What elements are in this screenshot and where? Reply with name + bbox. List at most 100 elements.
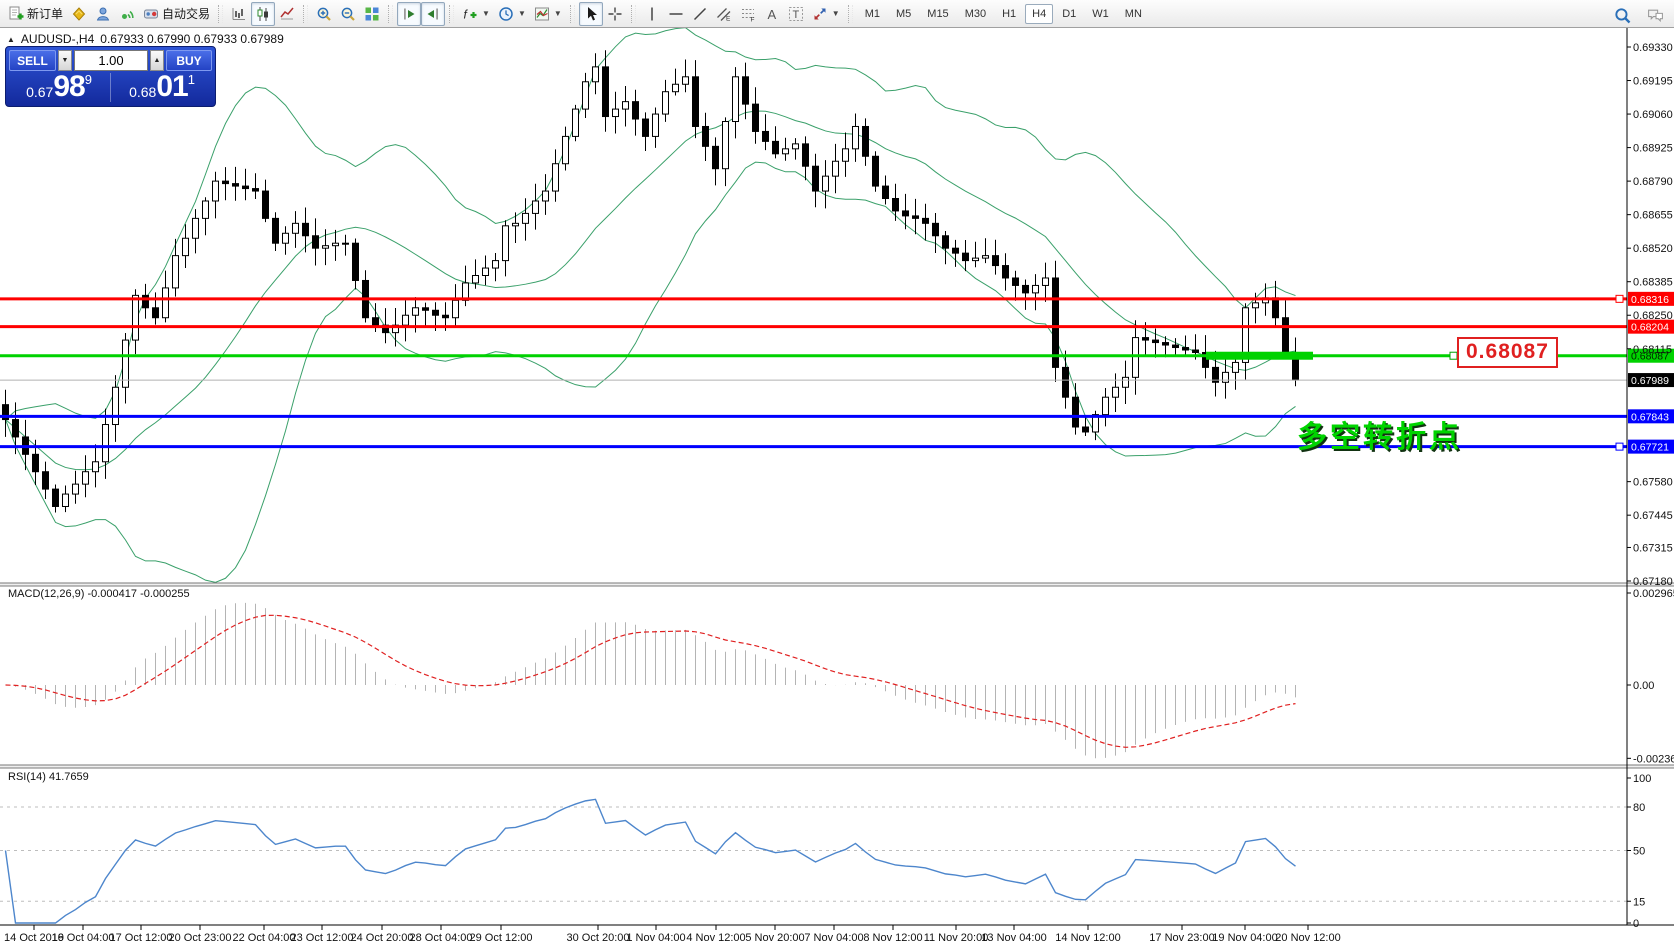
scroll-icon xyxy=(425,6,441,22)
sell-price-prefix: 0.67 xyxy=(26,85,53,102)
fibonacci-button[interactable]: F xyxy=(736,2,760,26)
price-axis-tick: 0.69330 xyxy=(1633,42,1673,54)
timeframe-button-m15[interactable]: M15 xyxy=(920,4,955,24)
fx-icon: f xyxy=(462,6,478,22)
time-axis-label: 20 Oct 23:00 xyxy=(169,932,232,944)
chart-shift-button[interactable] xyxy=(397,2,421,26)
auto-trading-button[interactable]: 自动交易 xyxy=(139,2,214,26)
time-axis-label: 22 Oct 04:00 xyxy=(233,932,296,944)
price-axis-tick: 0.68250 xyxy=(1633,310,1673,322)
chevron-down-icon[interactable]: ▼ xyxy=(482,9,490,18)
hline-icon xyxy=(668,6,684,22)
tile-windows-button[interactable] xyxy=(360,2,384,26)
toolbar-separator xyxy=(848,5,853,23)
svg-text:E: E xyxy=(726,15,731,22)
time-axis-label: 8 Nov 12:00 xyxy=(863,932,922,944)
time-axis-label: 7 Nov 04:00 xyxy=(804,932,863,944)
time-axis-label: 30 Oct 20:00 xyxy=(567,932,630,944)
price-axis-tick: 0.68520 xyxy=(1633,243,1673,255)
price-axis-tick: 0.68925 xyxy=(1633,143,1673,155)
ohlc-values: 0.67933 0.67990 0.67933 0.67989 xyxy=(100,32,284,46)
periods-button[interactable]: ▼ xyxy=(494,2,530,26)
arrows-button[interactable]: ▼ xyxy=(808,2,844,26)
zoom-out-button[interactable] xyxy=(336,2,360,26)
rsi-axis-tick: 80 xyxy=(1633,802,1645,814)
text-label-button[interactable]: T xyxy=(784,2,808,26)
candle-chart-button[interactable] xyxy=(251,2,275,26)
timeframe-button-m1[interactable]: M1 xyxy=(858,4,887,24)
sell-button[interactable]: SELL xyxy=(9,50,56,71)
buy-price[interactable]: 0.68 01 1 xyxy=(112,71,212,104)
chevron-down-icon[interactable]: ▼ xyxy=(518,9,526,18)
zoomin-icon xyxy=(316,6,332,22)
new-order-button[interactable]: 新订单 xyxy=(4,2,67,26)
macd-indicator-label: MACD(12,26,9) -0.000417 -0.000255 xyxy=(8,588,190,600)
neworder-icon xyxy=(8,6,24,22)
chat-button[interactable] xyxy=(1643,3,1668,27)
text-button[interactable]: A xyxy=(760,2,784,26)
chevron-down-icon[interactable]: ▼ xyxy=(554,9,562,18)
toolbar-group xyxy=(397,2,445,26)
community-button[interactable] xyxy=(91,2,115,26)
svg-text:F: F xyxy=(750,16,754,22)
time-axis-label: 17 Nov 23:00 xyxy=(1149,932,1214,944)
rsi-axis-tick: 15 xyxy=(1633,896,1645,908)
line-anchor[interactable] xyxy=(1616,443,1623,450)
turning-point-annotation[interactable]: 多空转折点 xyxy=(1297,412,1462,456)
toolbar-group: f▼▼▼ xyxy=(458,2,566,26)
bar-chart-button[interactable] xyxy=(227,2,251,26)
price-callout-box[interactable]: 0.68087 xyxy=(1457,337,1558,368)
signals-button[interactable] xyxy=(115,2,139,26)
timeframe-button-h1[interactable]: H1 xyxy=(995,4,1023,24)
timeframe-button-d1[interactable]: D1 xyxy=(1055,4,1083,24)
time-axis-label: 17 Oct 12:00 xyxy=(110,932,173,944)
time-axis-label: 5 Nov 20:00 xyxy=(745,932,804,944)
timeframe-button-mn[interactable]: MN xyxy=(1118,4,1149,24)
time-axis-label: 28 Oct 04:00 xyxy=(410,932,473,944)
indicators-button[interactable]: f▼ xyxy=(458,2,494,26)
chart-title-row: ▲ AUDUSD-,H4 0.67933 0.67990 0.67933 0.6… xyxy=(7,32,284,46)
channel-button[interactable]: E xyxy=(712,2,736,26)
toolbar-right xyxy=(1610,3,1668,27)
symbol-period-label: AUDUSD-,H4 xyxy=(21,32,94,46)
timeframe-button-m5[interactable]: M5 xyxy=(889,4,918,24)
vline-icon xyxy=(644,6,660,22)
collapse-chart-icon[interactable]: ▲ xyxy=(7,35,15,44)
timeframe-button-h4[interactable]: H4 xyxy=(1025,4,1053,24)
toolbar-separator xyxy=(218,5,223,23)
line-anchor[interactable] xyxy=(1450,352,1457,359)
cursor-button[interactable] xyxy=(579,2,603,26)
price-axis-tick: 0.69195 xyxy=(1633,76,1673,88)
timeframe-group: M1M5M15M30H1H4D1W1MN xyxy=(857,4,1150,24)
line-chart-button[interactable] xyxy=(275,2,299,26)
volume-up-button[interactable]: ▲ xyxy=(150,50,164,71)
vertical-line-button[interactable] xyxy=(640,2,664,26)
trendline-button[interactable] xyxy=(688,2,712,26)
chat-icon xyxy=(1647,7,1664,24)
sell-price[interactable]: 0.67 98 9 xyxy=(9,71,109,104)
macd-histogram xyxy=(6,603,1296,758)
timeframe-button-w1[interactable]: W1 xyxy=(1085,4,1116,24)
toolbar-group xyxy=(312,2,384,26)
toolbar-separator xyxy=(449,5,454,23)
zoom-in-button[interactable] xyxy=(312,2,336,26)
volume-input[interactable]: 1.00 xyxy=(74,50,148,71)
price-axis-tick: 0.67580 xyxy=(1633,477,1673,489)
auto-scroll-button[interactable] xyxy=(421,2,445,26)
timeframe-button-m30[interactable]: M30 xyxy=(958,4,993,24)
rsi-axis-tick: 100 xyxy=(1633,773,1651,785)
tile-icon xyxy=(364,6,380,22)
crosshair-button[interactable] xyxy=(603,2,627,26)
macd-axis-tick: 0.00 xyxy=(1633,680,1654,692)
horizontal-line-button[interactable] xyxy=(664,2,688,26)
rsi-line xyxy=(6,799,1296,923)
chevron-down-icon[interactable]: ▼ xyxy=(832,9,840,18)
templates-button[interactable]: ▼ xyxy=(530,2,566,26)
buy-button[interactable]: BUY xyxy=(166,50,212,71)
history-center-button[interactable] xyxy=(67,2,91,26)
search-button[interactable] xyxy=(1610,3,1635,27)
line-anchor[interactable] xyxy=(1616,295,1623,302)
highlight-segment[interactable] xyxy=(1206,352,1313,360)
volume-down-button[interactable]: ▼ xyxy=(58,50,72,71)
time-axis-label: 24 Oct 20:00 xyxy=(351,932,414,944)
